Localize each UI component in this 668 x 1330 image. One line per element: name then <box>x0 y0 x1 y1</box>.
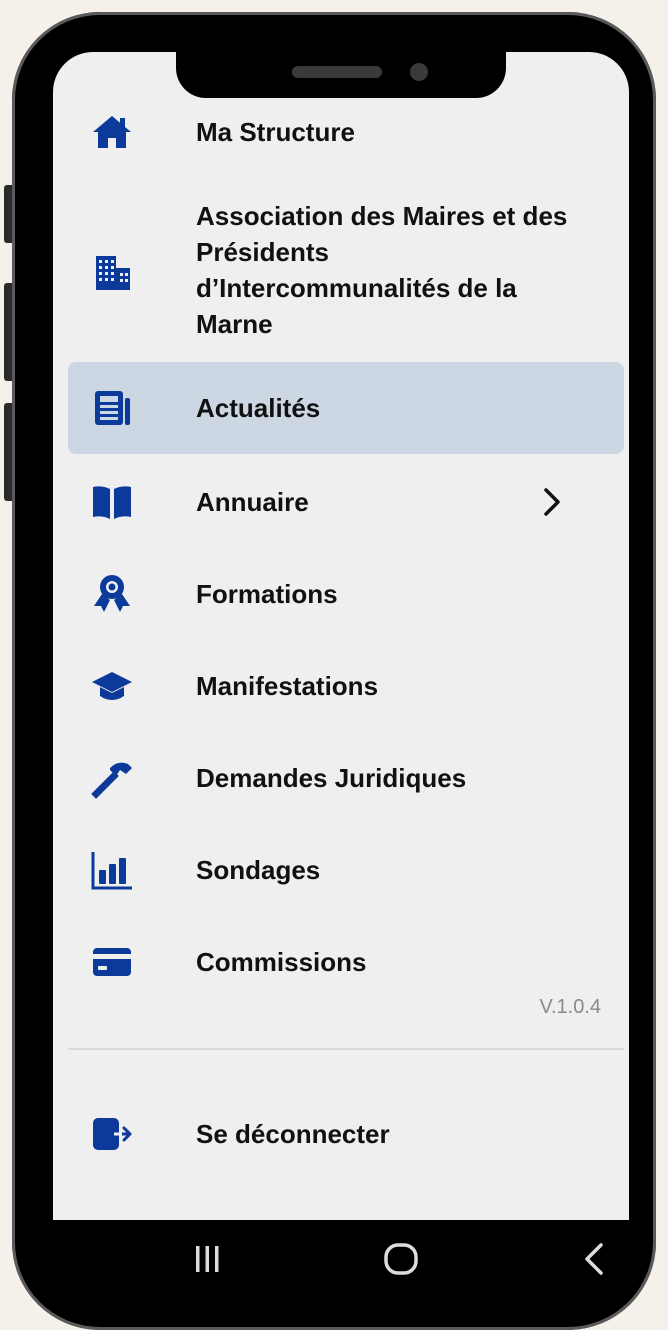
award-icon <box>88 570 136 618</box>
menu-item-label: Annuaire <box>196 487 309 517</box>
card-icon <box>88 938 136 986</box>
recent-apps-icon <box>196 1246 219 1272</box>
front-camera <box>410 63 428 81</box>
menu-item-formations[interactable]: Formations <box>68 568 624 620</box>
logout-button[interactable]: Se déconnecter <box>68 1108 624 1160</box>
menu-item-manifestations[interactable]: Manifestations <box>68 660 624 712</box>
recent-apps-button[interactable] <box>171 1220 243 1298</box>
bar-chart-icon <box>88 846 136 894</box>
divider <box>68 1048 624 1050</box>
newspaper-icon <box>88 384 136 432</box>
menu-item-label: Sondages <box>196 855 321 885</box>
menu-item-ma-structure[interactable]: Ma Structure <box>68 106 624 158</box>
hammer-icon <box>88 754 136 802</box>
menu-item-label: Actualités <box>196 393 321 423</box>
notch <box>176 52 506 98</box>
screen: Ma Structure Association des Maires et d… <box>53 52 629 1298</box>
app-version: V.1.0.4 <box>539 996 601 1018</box>
chevron-right-icon[interactable] <box>540 484 564 520</box>
system-nav-bar <box>53 1220 629 1298</box>
menu-item-label: Association des Maires et des Présidents… <box>196 201 568 339</box>
menu-item-label: Ma Structure <box>196 117 355 147</box>
logout-label: Se déconnecter <box>196 1119 390 1149</box>
graduation-cap-icon <box>88 662 136 710</box>
menu-item-label: Formations <box>196 579 338 609</box>
menu-item-demandes-juridiques[interactable]: Demandes Juridiques <box>68 752 624 804</box>
speaker <box>292 66 382 78</box>
back-chevron-icon <box>585 1243 603 1275</box>
menu-item-actualites[interactable]: Actualités <box>68 362 624 454</box>
book-icon <box>88 478 136 526</box>
home-circle-icon <box>384 1243 418 1275</box>
home-icon <box>88 108 136 156</box>
menu-item-label: Commissions <box>196 947 367 977</box>
menu-item-label: Manifestations <box>196 671 379 701</box>
home-button[interactable] <box>365 1220 437 1298</box>
menu-item-sondages[interactable]: Sondages <box>68 844 624 896</box>
menu-item-commissions[interactable]: Commissions <box>68 936 624 988</box>
menu-item-label: Demandes Juridiques <box>196 763 467 793</box>
menu-item-annuaire[interactable]: Annuaire <box>68 476 624 528</box>
logout-icon <box>88 1110 136 1158</box>
menu-item-association[interactable]: Association des Maires et des Présidents… <box>68 198 624 346</box>
back-button[interactable] <box>565 1220 625 1298</box>
building-icon <box>88 248 136 296</box>
